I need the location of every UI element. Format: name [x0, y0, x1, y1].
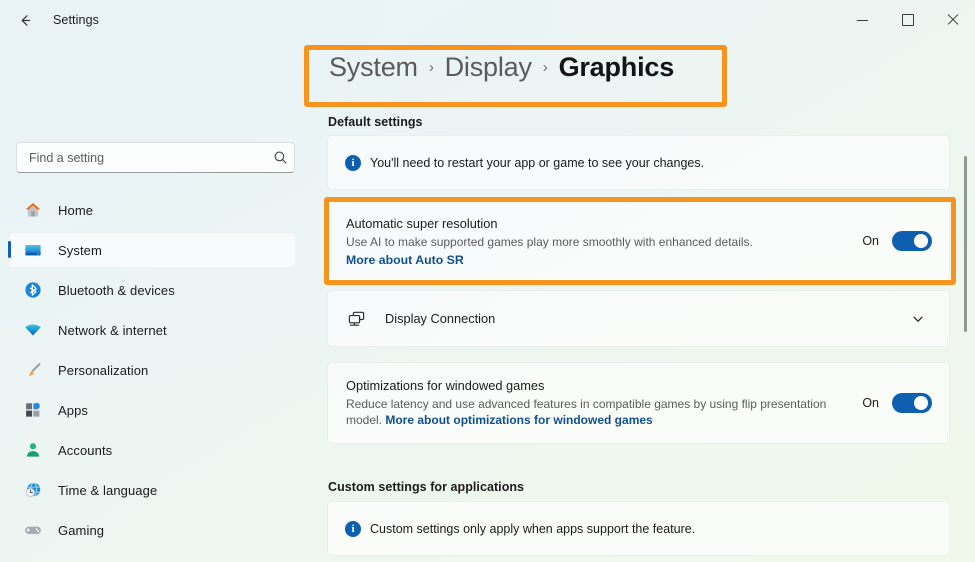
- home-icon: [22, 199, 44, 221]
- sidebar-item-gaming[interactable]: Gaming: [8, 512, 296, 548]
- breadcrumb-separator-icon: ›: [428, 59, 434, 76]
- sidebar-item-label: Network & internet: [58, 322, 167, 338]
- bluetooth-icon: [22, 279, 44, 301]
- navigation-sidebar: Home Sys: [0, 40, 312, 562]
- sidebar-item-apps[interactable]: Apps: [8, 392, 296, 428]
- auto-sr-toggle[interactable]: [892, 231, 932, 251]
- auto-super-resolution-card: Automatic super resolution Use AI to mak…: [327, 200, 950, 282]
- auto-sr-title: Automatic super resolution: [346, 215, 498, 231]
- more-about-auto-sr-link[interactable]: More about Auto SR: [346, 253, 464, 267]
- scrollbar-thumb[interactable]: [964, 156, 967, 332]
- minimize-button[interactable]: [840, 0, 885, 40]
- maximize-button[interactable]: [885, 0, 930, 40]
- sidebar-item-personalization[interactable]: Personalization: [8, 352, 296, 388]
- system-monitor-icon: [22, 239, 44, 261]
- paintbrush-icon: [22, 359, 44, 381]
- apps-grid-icon: [22, 399, 44, 421]
- title-bar: Settings: [0, 0, 975, 40]
- windowed-optimizations-card: Optimizations for windowed games Reduce …: [327, 362, 950, 444]
- sidebar-item-accounts[interactable]: Accounts: [8, 432, 296, 468]
- search-icon[interactable]: [266, 150, 294, 165]
- sidebar-item-network-internet[interactable]: Network & internet: [8, 312, 296, 348]
- close-button[interactable]: [930, 0, 975, 40]
- wifi-icon: [22, 319, 44, 341]
- sidebar-item-label: Bluetooth & devices: [58, 282, 175, 298]
- window-controls: [840, 0, 975, 40]
- clock-globe-icon: [22, 479, 44, 501]
- auto-sr-toggle-group: On: [862, 231, 932, 251]
- toggle-knob: [914, 396, 928, 410]
- sidebar-item-time-language[interactable]: Time & language: [8, 472, 296, 508]
- content-pane: System › Display › Graphics Default sett…: [312, 40, 975, 562]
- windowed-optimizations-toggle-group: On: [862, 393, 932, 413]
- breadcrumb: System › Display › Graphics: [329, 52, 674, 83]
- settings-window: Settings Find a setting Home System Blue…: [0, 0, 975, 562]
- content-scrollbar[interactable]: [960, 84, 972, 562]
- sidebar-item-label: System: [58, 242, 102, 258]
- chevron-down-icon[interactable]: [904, 305, 932, 333]
- auto-sr-toggle-state: On: [862, 234, 879, 248]
- sidebar-item-list: Home System Bluetooth & devices Network …: [8, 192, 296, 552]
- sidebar-item-system[interactable]: System: [8, 232, 296, 268]
- display-connection-label: Display Connection: [385, 311, 496, 326]
- sidebar-item-label: Apps: [58, 402, 89, 418]
- sidebar-item-label: Gaming: [58, 522, 105, 538]
- info-icon: i: [345, 520, 361, 537]
- sidebar-item-label: Accounts: [58, 442, 113, 458]
- breadcrumb-separator-icon: ›: [542, 59, 548, 76]
- gamepad-icon: [22, 519, 44, 541]
- minimize-icon: [857, 19, 868, 21]
- search-input[interactable]: [17, 150, 266, 165]
- windowed-optimizations-title: Optimizations for windowed games: [346, 378, 545, 393]
- toggle-knob: [914, 234, 928, 248]
- custom-settings-notice-card: i Custom settings only apply when apps s…: [327, 501, 950, 556]
- display-connection-card[interactable]: Display Connection: [327, 290, 950, 347]
- back-button[interactable]: [8, 5, 42, 35]
- restart-notice-card: i You'll need to restart your app or gam…: [327, 135, 950, 190]
- dual-display-icon: [345, 307, 369, 331]
- close-icon: [947, 14, 959, 26]
- custom-settings-heading: Custom settings for applications: [328, 480, 525, 494]
- custom-settings-notice-text: Custom settings only apply when apps sup…: [370, 521, 696, 536]
- auto-sr-description: Use AI to make supported games play more…: [346, 234, 753, 249]
- restart-notice-text: You'll need to restart your app or game …: [370, 155, 705, 170]
- app-title: Settings: [53, 13, 99, 27]
- maximize-icon: [901, 14, 914, 26]
- sidebar-item-label: Personalization: [58, 362, 149, 378]
- sidebar-item-label: Time & language: [58, 482, 158, 498]
- breadcrumb-item-system[interactable]: System: [329, 52, 418, 83]
- auto-sr-link-line: More about Auto SR: [346, 253, 850, 267]
- breadcrumb-item-graphics: Graphics: [558, 52, 675, 82]
- default-settings-heading: Default settings: [328, 115, 423, 129]
- more-about-windowed-optimizations-link[interactable]: More about optimizations for windowed ga…: [385, 413, 652, 427]
- windowed-optimizations-description: Reduce latency and use advanced features…: [346, 396, 828, 428]
- windowed-optimizations-toggle-state: On: [862, 396, 879, 410]
- sidebar-item-bluetooth-devices[interactable]: Bluetooth & devices: [8, 272, 296, 308]
- search-box[interactable]: [16, 142, 295, 173]
- sidebar-item-home[interactable]: Home: [8, 192, 296, 228]
- info-icon: i: [345, 154, 361, 171]
- person-icon: [22, 439, 44, 461]
- breadcrumb-item-display[interactable]: Display: [445, 52, 532, 83]
- windowed-optimizations-toggle[interactable]: [892, 393, 932, 413]
- sidebar-item-label: Home: [58, 202, 94, 218]
